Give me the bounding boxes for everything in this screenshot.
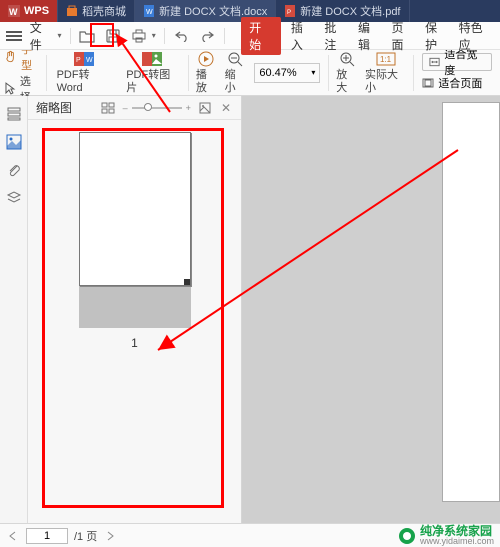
pdf-to-word-button[interactable]: PW PDF转Word (51, 50, 119, 95)
save-icon[interactable] (104, 27, 122, 45)
side-rail (0, 96, 28, 523)
layers-icon[interactable] (6, 190, 22, 206)
ribbon-tab-special[interactable]: 特色应 (459, 19, 494, 53)
app-tab-store[interactable]: 稻壳商城 (58, 0, 135, 22)
svg-text:W: W (146, 9, 153, 16)
divider (413, 55, 414, 91)
fit-width-button[interactable]: 适合宽度 (422, 53, 492, 71)
ribbon-tab-comment[interactable]: 批注 (324, 19, 348, 53)
plus-icon: + (186, 103, 191, 113)
chevron-down-icon[interactable]: ▾ (311, 68, 315, 77)
prev-page-icon[interactable] (6, 530, 20, 542)
attachment-icon[interactable] (6, 162, 22, 178)
zoom-out-label: 缩小 (225, 69, 246, 95)
thumb-grid-icon[interactable] (101, 102, 115, 114)
minus-icon: – (123, 103, 128, 113)
undo-icon[interactable] (173, 27, 191, 45)
ribbon-tab-start[interactable]: 开始 (241, 17, 281, 55)
hand-icon (4, 50, 17, 64)
svg-text:W: W (86, 57, 93, 64)
fit-page-icon (422, 78, 434, 88)
zoom-in-label: 放大 (336, 69, 357, 95)
wps-logo-icon: W (8, 5, 20, 17)
zoom-value-input[interactable]: 60.47% ▾ (254, 63, 320, 83)
outline-icon[interactable] (6, 106, 22, 122)
thumbnail-header: 缩略图 – + ✕ (28, 96, 241, 120)
divider (328, 55, 329, 91)
ribbon-tab-page[interactable]: 页面 (392, 19, 416, 53)
pdf-to-word-icon: PW (73, 50, 95, 69)
ribbon-tab-edit[interactable]: 编辑 (358, 19, 382, 53)
thumbnail-title: 缩略图 (36, 99, 72, 116)
svg-text:1:1: 1:1 (380, 55, 392, 64)
thumbnail-icon[interactable] (6, 134, 22, 150)
app-tab-label: WPS (24, 5, 49, 17)
chevron-down-icon[interactable]: ▾ (152, 31, 156, 40)
redo-icon[interactable] (199, 27, 217, 45)
document-area[interactable] (242, 96, 500, 523)
cursor-icon (4, 82, 16, 96)
pdf-to-image-button[interactable]: PDF转图片 (120, 50, 184, 95)
status-bar: /1 页 纯净系统家园 www.yidaimei.com (0, 523, 500, 547)
open-folder-icon[interactable] (78, 27, 96, 45)
divider (224, 28, 225, 44)
page-number-label: 1 (131, 336, 138, 350)
zoom-out-button[interactable]: 缩小 (222, 50, 249, 95)
ribbon-tab-protect[interactable]: 保护 (425, 19, 449, 53)
play-icon (198, 50, 214, 69)
quick-access-row: 文件 ▾ ▾ 开始 插入 批注 编辑 页面 保护 特色应 (0, 22, 500, 50)
app-tab-label: 稻壳商城 (82, 3, 126, 19)
pdf-to-word-label: PDF转Word (57, 69, 113, 95)
document-page (442, 102, 500, 502)
play-label: 播放 (196, 69, 217, 95)
thumbnail-panel: 缩略图 – + ✕ 1 (28, 96, 242, 523)
fit-page-button[interactable]: 适合页面 (422, 74, 492, 92)
close-icon[interactable]: ✕ (219, 101, 233, 115)
svg-text:W: W (9, 7, 18, 17)
fit-width-icon (429, 57, 440, 67)
ribbon-toolbar: 手型 选择 PW PDF转Word PDF转图片 播放 缩小 60.47% (0, 50, 500, 96)
ribbon-tabs: 开始 插入 批注 编辑 页面 保护 特色应 (241, 17, 494, 55)
pdf-doc-icon: P (284, 5, 296, 17)
slider-knob[interactable] (144, 103, 152, 111)
divider (164, 28, 165, 44)
thumb-page-icon[interactable] (199, 102, 211, 114)
actual-size-label: 实际大小 (365, 69, 406, 95)
pdf-to-image-label: PDF转图片 (126, 69, 178, 95)
play-button[interactable]: 播放 (193, 50, 220, 95)
watermark: 纯净系统家园 www.yidaimei.com (398, 525, 494, 546)
menu-icon[interactable] (6, 31, 22, 41)
page-total-label: /1 页 (74, 528, 97, 544)
page-thumb-image (79, 132, 191, 286)
svg-text:P: P (76, 57, 81, 64)
print-icon[interactable] (130, 27, 148, 45)
word-doc-icon: W (143, 5, 155, 17)
thumbnail-size-slider[interactable]: – + (123, 103, 191, 113)
chevron-down-icon[interactable]: ▾ (57, 31, 61, 40)
main-area: 缩略图 – + ✕ 1 (0, 96, 500, 523)
thumbnail-body: 1 (28, 120, 241, 523)
fit-page-label: 适合页面 (438, 75, 482, 91)
next-page-icon[interactable] (103, 530, 117, 542)
zoom-in-button[interactable]: 放大 (333, 50, 360, 95)
pdf-to-image-icon (141, 50, 163, 69)
divider (46, 55, 47, 91)
watermark-url: www.yidaimei.com (420, 537, 494, 546)
page-input[interactable] (26, 528, 68, 544)
svg-text:P: P (287, 10, 291, 16)
page-thumb-shadow (79, 286, 191, 328)
zoom-value-text: 60.47% (259, 67, 296, 79)
page-thumbnail[interactable]: 1 (38, 132, 231, 350)
slider-track[interactable] (132, 107, 182, 109)
divider (70, 28, 71, 44)
ribbon-tab-insert[interactable]: 插入 (291, 19, 315, 53)
divider (188, 55, 189, 91)
watermark-logo-icon (398, 527, 416, 545)
store-icon (66, 5, 78, 17)
actual-size-button[interactable]: 1:1 实际大小 (362, 50, 409, 95)
file-menu[interactable]: 文件 (30, 19, 54, 53)
